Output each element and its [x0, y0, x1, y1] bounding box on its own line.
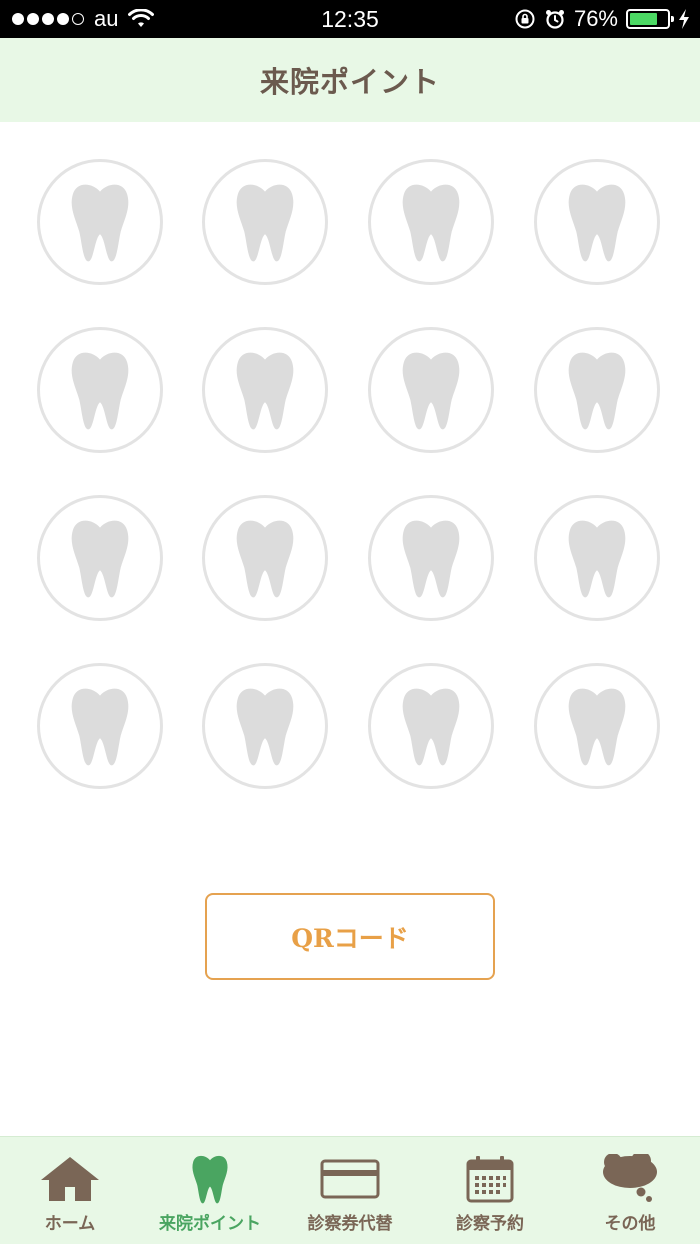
tab-bar: ホーム 来院ポイント 診察券代替 診察予約 その他 — [0, 1136, 700, 1244]
stamp-slot — [368, 495, 494, 621]
nav-header: 来院ポイント — [0, 38, 700, 122]
status-bar: au 12:35 76% — [0, 0, 700, 38]
stamp-slot — [368, 327, 494, 453]
tab-other[interactable]: その他 — [560, 1137, 700, 1244]
home-icon — [0, 1151, 140, 1207]
tab-appointment-label: 診察予約 — [456, 1214, 524, 1234]
card-icon — [280, 1151, 420, 1207]
battery-icon — [626, 9, 674, 29]
tab-card-alternative[interactable]: 診察券代替 — [280, 1137, 420, 1244]
tooth-icon — [568, 520, 626, 598]
stamp-slot — [202, 495, 328, 621]
tooth-icon — [402, 688, 460, 766]
tooth-icon — [402, 520, 460, 598]
tooth-icon — [568, 352, 626, 430]
stamp-slot — [534, 663, 660, 789]
stamp-slot — [37, 159, 163, 285]
stamp-slot — [37, 663, 163, 789]
tooth-icon — [568, 688, 626, 766]
tooth-icon — [140, 1151, 280, 1207]
tooth-icon — [236, 352, 294, 430]
tab-card-alternative-label: 診察券代替 — [307, 1214, 393, 1234]
rotation-lock-icon — [515, 9, 535, 29]
charging-bolt-icon — [679, 9, 689, 29]
stamp-slot — [202, 663, 328, 789]
stamp-slot — [37, 327, 163, 453]
battery-percent: 76% — [573, 6, 618, 31]
tooth-icon — [236, 184, 294, 262]
stamp-slot — [202, 159, 328, 285]
tooth-icon — [236, 688, 294, 766]
tab-other-label: その他 — [604, 1214, 656, 1234]
calendar-icon — [420, 1151, 560, 1207]
stamp-slot — [534, 159, 660, 285]
tooth-icon — [71, 184, 129, 262]
page-title: 来院ポイント — [259, 65, 440, 99]
tab-appointment[interactable]: 診察予約 — [420, 1137, 560, 1244]
tab-visit-points[interactable]: 来院ポイント — [140, 1137, 280, 1244]
qr-code-button[interactable]: QRコード — [205, 893, 495, 980]
tooth-icon — [568, 184, 626, 262]
stamp-slot — [534, 327, 660, 453]
stamp-slot — [368, 663, 494, 789]
tooth-icon — [236, 520, 294, 598]
tooth-icon — [402, 184, 460, 262]
tooth-icon — [402, 352, 460, 430]
stamp-slot — [37, 495, 163, 621]
tooth-icon — [71, 688, 129, 766]
stamp-slot — [368, 159, 494, 285]
alarm-icon — [545, 10, 564, 29]
tooth-icon — [71, 352, 129, 430]
tab-home[interactable]: ホーム — [0, 1137, 140, 1244]
status-right: 76% — [514, 0, 690, 38]
speech-bubble-icon — [560, 1151, 700, 1207]
tooth-icon — [71, 520, 129, 598]
stamp-slot — [534, 495, 660, 621]
stamp-slot — [202, 327, 328, 453]
tab-visit-points-label: 来院ポイント — [159, 1214, 261, 1234]
tab-home-label: ホーム — [44, 1214, 96, 1234]
